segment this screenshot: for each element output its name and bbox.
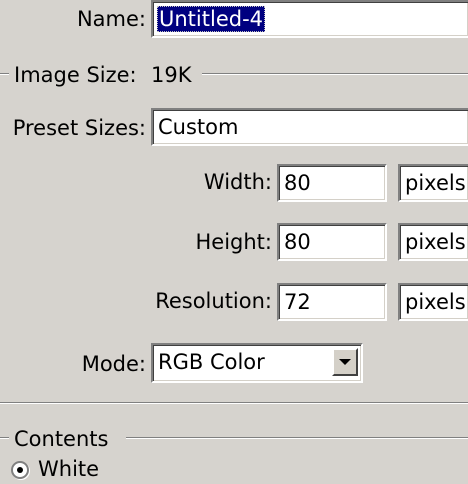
height-unit-select[interactable]: pixels: [398, 223, 468, 261]
section-divider: [0, 402, 468, 404]
mode-value: RGB Color: [158, 350, 265, 374]
white-radio[interactable]: [11, 461, 29, 479]
width-unit-select[interactable]: pixels: [398, 164, 468, 202]
image-size-divider-left: [0, 73, 9, 75]
height-input-value: 80: [284, 230, 311, 254]
contents-divider-left: [0, 437, 9, 439]
image-size-divider-right: [202, 73, 468, 75]
resolution-input[interactable]: 72: [277, 283, 387, 321]
resolution-unit-value: pixels: [405, 290, 466, 314]
height-input[interactable]: 80: [277, 223, 387, 261]
mode-select[interactable]: RGB Color: [151, 343, 363, 383]
mode-dropdown-button[interactable]: [332, 348, 358, 376]
resolution-input-value: 72: [284, 290, 311, 314]
preset-sizes-select[interactable]: Custom: [151, 108, 468, 146]
contents-label: Contents: [14, 427, 109, 451]
width-unit-value: pixels: [405, 171, 466, 195]
image-size-value: 19K: [151, 63, 192, 87]
height-label: Height:: [195, 230, 273, 254]
height-unit-value: pixels: [405, 230, 466, 254]
resolution-unit-select[interactable]: pixels: [398, 283, 468, 321]
resolution-label: Resolution:: [155, 289, 272, 313]
name-label: Name:: [76, 7, 146, 31]
name-input[interactable]: Untitled-4: [151, 0, 468, 38]
preset-sizes-value: Custom: [158, 115, 239, 139]
name-input-value: Untitled-4: [157, 6, 266, 32]
width-input-value: 80: [284, 171, 311, 195]
white-option-label[interactable]: White: [38, 456, 99, 482]
contents-divider-right: [126, 437, 468, 439]
width-input[interactable]: 80: [277, 164, 387, 202]
mode-label: Mode:: [81, 352, 146, 376]
chevron-down-icon: [339, 359, 351, 365]
image-size-label: Image Size:: [14, 63, 137, 87]
preset-sizes-label: Preset Sizes:: [12, 116, 146, 140]
radio-selected-dot: [17, 467, 23, 473]
width-label: Width:: [203, 170, 272, 194]
